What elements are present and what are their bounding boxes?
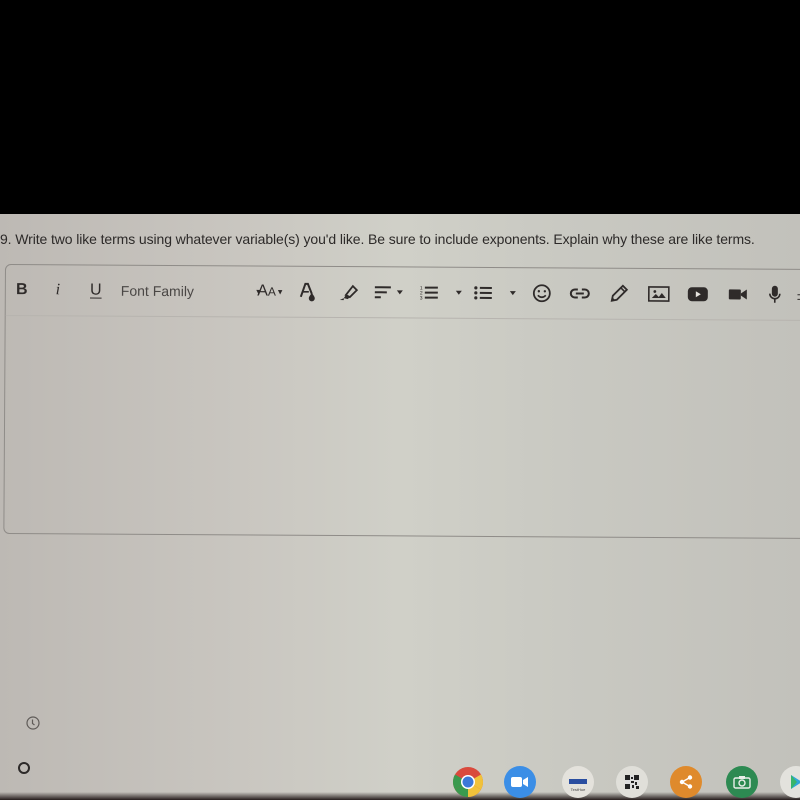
pencil-icon — [610, 284, 629, 302]
clock-icon[interactable] — [26, 716, 40, 730]
font-family-dropdown[interactable]: Font Family ▾ — [121, 278, 261, 305]
emoji-button[interactable] — [531, 280, 553, 306]
bold-button[interactable]: B — [12, 277, 32, 303]
question-prompt: 9. Write two like terms using whatever v… — [0, 231, 755, 247]
shelf: TestHue — [0, 764, 800, 800]
italic-button[interactable]: i — [50, 277, 66, 303]
insert-youtube-button[interactable] — [687, 281, 709, 307]
screen: 9. Write two like terms using whatever v… — [0, 214, 800, 800]
numbered-list-icon: 1 2 3 — [420, 286, 462, 302]
underline-icon: U — [90, 281, 102, 299]
chrome-icon — [452, 767, 484, 797]
shelf-app-fluency[interactable]: TestHue — [562, 766, 594, 798]
shelf-app-qr[interactable] — [616, 766, 648, 798]
italic-icon: i — [55, 281, 61, 299]
shelf-app-play-store[interactable] — [780, 766, 800, 798]
record-video-button[interactable] — [728, 281, 748, 307]
link-button[interactable] — [568, 280, 592, 306]
more-tools-button[interactable]: ± — [796, 282, 800, 308]
align-dropdown[interactable] — [372, 279, 408, 305]
play-store-icon — [791, 775, 800, 789]
shelf-app-camera[interactable] — [726, 766, 758, 798]
fluency-tutor-icon — [569, 778, 587, 784]
image-icon — [647, 286, 670, 302]
font-family-label: Font Family — [120, 282, 195, 300]
shelf-app-chrome[interactable] — [452, 766, 484, 798]
draw-button[interactable] — [608, 281, 630, 307]
text-color-button[interactable] — [298, 279, 318, 305]
highlight-button[interactable] — [338, 279, 360, 305]
editor-toolbar: B i U Font Family ▾ AA ▾ 1 2 3 ± — [5, 265, 800, 322]
answer-input[interactable] — [4, 316, 800, 538]
text-color-icon — [299, 282, 315, 302]
rich-text-editor: B i U Font Family ▾ AA ▾ 1 2 3 ± — [3, 264, 800, 540]
microphone-icon — [769, 285, 781, 303]
video-camera-icon — [728, 289, 747, 300]
shelf-app-share[interactable] — [670, 766, 702, 798]
youtube-icon — [687, 287, 708, 302]
camera-icon — [733, 776, 751, 789]
numbered-list-dropdown[interactable]: 1 2 3 — [418, 280, 468, 306]
zoom-video-icon — [511, 777, 528, 787]
fluency-label: TestHue — [570, 786, 586, 792]
underline-button[interactable]: U — [86, 277, 106, 303]
record-audio-button[interactable] — [768, 282, 782, 308]
share-icon — [679, 775, 693, 789]
qr-code-icon — [625, 775, 639, 789]
bold-icon: B — [16, 281, 28, 299]
insert-image-button[interactable] — [647, 281, 671, 307]
svg-text:3: 3 — [420, 296, 423, 302]
font-size-dropdown[interactable]: AA ▾ — [252, 279, 288, 305]
chevron-down-icon: ▾ — [277, 286, 283, 297]
bulleted-list-dropdown[interactable] — [472, 280, 522, 306]
emoji-icon — [532, 284, 551, 303]
highlight-icon — [339, 284, 359, 301]
bulleted-list-icon — [474, 286, 516, 300]
align-icon — [374, 286, 403, 299]
link-icon — [569, 288, 590, 299]
font-size-icon: AA — [257, 282, 276, 300]
shelf-app-zoom[interactable] — [504, 766, 536, 798]
